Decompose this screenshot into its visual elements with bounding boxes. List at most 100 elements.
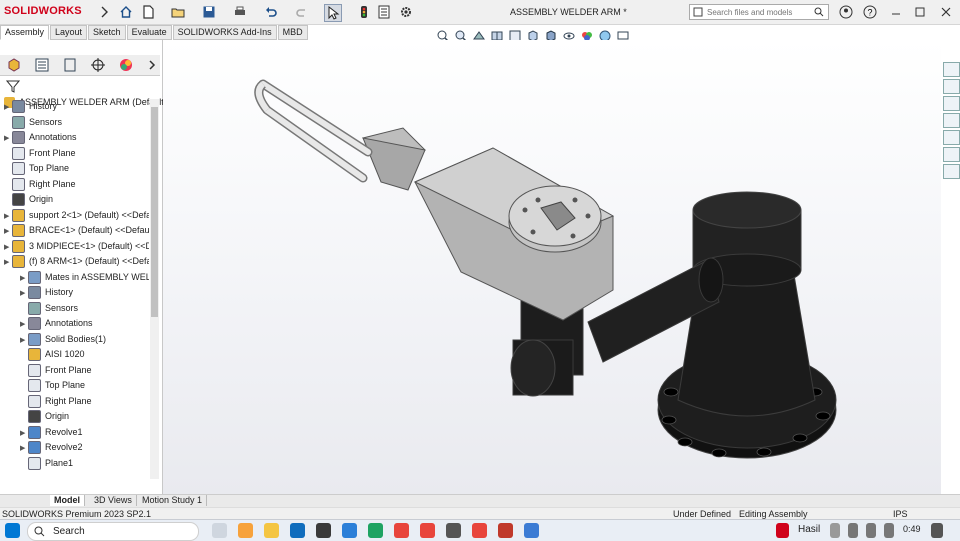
new-file-icon[interactable] [140, 4, 156, 20]
appearances-icon[interactable] [943, 130, 960, 145]
save-icon[interactable] [201, 4, 217, 20]
tree-item[interactable]: Front Plane [20, 363, 92, 378]
expand-arrow-icon[interactable]: ▶ [20, 441, 28, 456]
print-icon[interactable] [232, 4, 248, 20]
welder-arm-model[interactable] [163, 40, 941, 494]
tree-item[interactable]: ▶ Revolve1 [20, 425, 83, 440]
graphics-area[interactable] [163, 40, 941, 494]
tab-solidworks-addins[interactable]: SOLIDWORKS Add-Ins [172, 25, 277, 40]
tree-item[interactable]: ▶ Solid Bodies(1) [20, 332, 106, 347]
tab-mbd[interactable]: MBD [277, 25, 308, 40]
tree-item[interactable]: ▶ Annotations [20, 316, 93, 331]
expand-arrow-icon[interactable]: ▶ [20, 286, 28, 301]
tree-item[interactable]: Sensors [20, 301, 78, 316]
battery-icon[interactable] [884, 523, 894, 538]
app-icon-2[interactable] [316, 523, 331, 538]
app-icon-3[interactable] [342, 523, 357, 538]
view-palette-icon[interactable] [943, 113, 960, 128]
tree-item[interactable]: ▶ Annotations [4, 130, 77, 145]
solidworks-forum-icon[interactable] [943, 164, 960, 179]
tree-item[interactable]: Front Plane [4, 146, 76, 161]
user-account-icon[interactable] [838, 4, 854, 20]
network-icon[interactable] [848, 523, 858, 538]
solidworks-taskbar-icon[interactable] [498, 523, 513, 538]
tree-scrollbar-thumb[interactable] [151, 107, 158, 317]
minimize-window-icon[interactable] [888, 4, 904, 20]
file-explorer-icon[interactable] [943, 96, 960, 111]
file-properties-icon[interactable] [376, 4, 392, 20]
app-icon-4[interactable] [524, 523, 539, 538]
undo-icon[interactable] [263, 4, 279, 20]
tray-chevron-icon[interactable] [830, 523, 840, 538]
tab-3d-views[interactable]: 3D Views [90, 495, 137, 506]
dimxpert-manager-tab-icon[interactable] [90, 57, 108, 73]
tab-layout[interactable]: Layout [50, 25, 88, 40]
app-icon-1[interactable] [238, 523, 253, 538]
expand-arrow-icon[interactable]: ▶ [20, 333, 28, 348]
chrome-icon-2[interactable] [420, 523, 435, 538]
options-gear-icon[interactable] [398, 4, 414, 20]
file-explorer-taskbar-icon[interactable] [264, 523, 279, 538]
notifications-icon[interactable] [931, 523, 943, 538]
filter-icon[interactable] [5, 79, 21, 95]
tab-assembly[interactable]: Assembly [0, 25, 50, 40]
tree-item[interactable]: AISI 1020 [20, 347, 85, 362]
expand-arrow-icon[interactable]: ▶ [4, 100, 12, 115]
expand-arrow-icon[interactable]: ▶ [4, 255, 12, 270]
tree-item[interactable]: ▶ History [20, 285, 73, 300]
tree-item[interactable]: ▶ 3 MIDPIECE<1> (Default) <<De [4, 239, 149, 254]
tab-model[interactable]: Model [50, 495, 85, 506]
expand-arrow-icon[interactable]: ▶ [20, 426, 28, 441]
tree-item[interactable]: Sensors [4, 115, 62, 130]
expand-arrow-icon[interactable]: ▶ [20, 317, 28, 332]
tree-item[interactable]: Top Plane [4, 161, 69, 176]
edge-icon[interactable] [368, 523, 383, 538]
settings-taskbar-icon[interactable] [446, 523, 461, 538]
close-window-icon[interactable] [938, 4, 954, 20]
search-box[interactable] [689, 4, 829, 20]
tree-item[interactable]: Right Plane [4, 177, 76, 192]
property-manager-tab-icon[interactable] [34, 57, 52, 73]
expand-arrow-icon[interactable]: ▶ [20, 271, 28, 286]
expand-arrow-icon[interactable]: ▶ [4, 224, 12, 239]
expand-arrow-icon[interactable]: ▶ [4, 209, 12, 224]
tree-scrollbar[interactable] [150, 99, 159, 479]
chrome-icon-3[interactable] [472, 523, 487, 538]
tree-item[interactable]: ▶ (f) 8 ARM<1> (Default) <<Defa [4, 254, 149, 269]
tab-sketch[interactable]: Sketch [88, 25, 126, 40]
solidworks-resources-icon[interactable] [943, 62, 960, 77]
traffic-light-icon[interactable] [356, 4, 372, 20]
open-folder-icon[interactable] [170, 4, 186, 20]
select-pointer-icon[interactable] [324, 4, 342, 22]
tree-item[interactable]: ▶ BRACE<1> (Default) <<Defaul [4, 223, 149, 238]
tree-item[interactable]: Plane1 [20, 456, 73, 471]
antivirus-tray-icon[interactable] [776, 523, 789, 538]
task-view-icon[interactable] [212, 523, 227, 538]
search-input[interactable] [706, 5, 818, 19]
start-button-icon[interactable] [5, 523, 20, 538]
tree-item[interactable]: ▶ Mates in ASSEMBLY WELD [20, 270, 149, 285]
design-library-icon[interactable] [943, 79, 960, 94]
tab-motion-study-1[interactable]: Motion Study 1 [138, 495, 208, 506]
tree-item[interactable]: Top Plane [20, 378, 85, 393]
search-icon[interactable] [814, 7, 824, 17]
expand-arrow-icon[interactable]: ▶ [4, 131, 12, 146]
home-icon[interactable] [118, 4, 134, 20]
display-manager-tab-icon[interactable] [118, 57, 136, 73]
expand-arrow-icon[interactable]: ▶ [4, 240, 12, 255]
tree-item[interactable]: Right Plane [20, 394, 92, 409]
panel-tabs-more-icon[interactable] [144, 57, 162, 73]
expand-menu-icon[interactable] [96, 4, 112, 20]
redo-icon[interactable] [294, 4, 310, 20]
help-icon[interactable]: ? [862, 4, 878, 20]
feature-manager-tab-icon[interactable] [6, 57, 24, 73]
tree-item[interactable]: ▶ History [4, 99, 57, 114]
configuration-manager-tab-icon[interactable] [62, 57, 80, 73]
tree-item[interactable]: Origin [4, 192, 53, 207]
volume-icon[interactable] [866, 523, 876, 538]
tree-item[interactable]: Origin [20, 409, 69, 424]
outlook-icon[interactable] [290, 523, 305, 538]
chrome-icon-1[interactable] [394, 523, 409, 538]
units-selector[interactable]: IPS [893, 509, 908, 519]
tree-item[interactable]: ▶ support 2<1> (Default) <<Defa [4, 208, 149, 223]
